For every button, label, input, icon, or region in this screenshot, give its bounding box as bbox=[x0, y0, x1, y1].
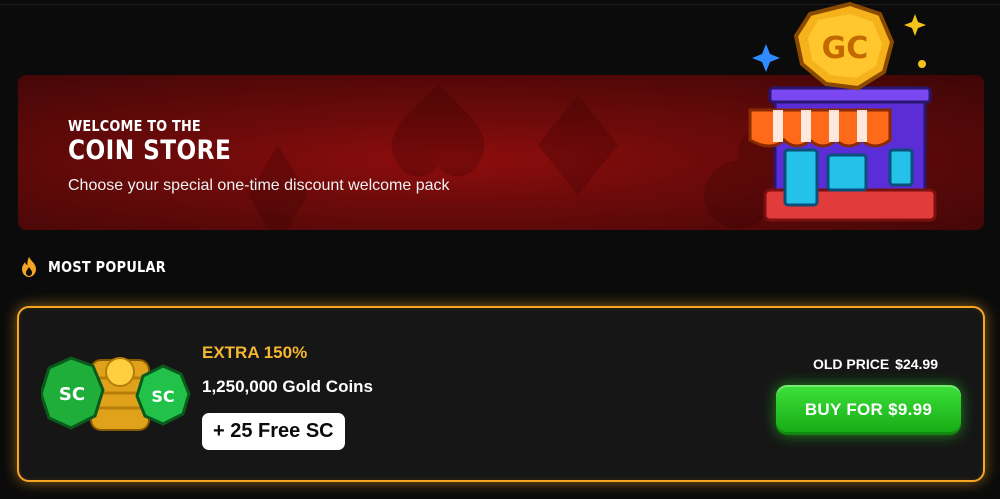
old-price-label: OLD PRICE bbox=[812, 356, 890, 372]
sc-coin-label-left: SC bbox=[59, 384, 85, 405]
coin-store-illustration: GC bbox=[748, 1, 937, 222]
extra-bonus-label: EXTRA 150% bbox=[202, 343, 308, 362]
section-label: MOST POPULAR bbox=[48, 258, 166, 276]
most-popular-header: MOST POPULAR bbox=[20, 257, 185, 277]
welcome-heading: WELCOME TO THE bbox=[68, 117, 201, 135]
coins-stack-illustration: SC SC bbox=[41, 356, 191, 431]
gold-coins-amount: 1,250,000 Gold Coins bbox=[202, 377, 374, 396]
banner-subtitle: Choose your special one-time discount we… bbox=[68, 177, 450, 194]
old-price-value: $24.99 bbox=[895, 356, 938, 372]
old-price: OLD PRICE $24.99 bbox=[813, 356, 938, 372]
fire-icon bbox=[22, 257, 36, 277]
gc-coin-label: GC bbox=[822, 31, 869, 66]
sc-coin-label-right: SC bbox=[151, 387, 174, 406]
free-sc-badge: + 25 Free SC bbox=[202, 413, 345, 450]
offer-card: SC SC EXTRA 150% 1,250,000 Gold Coins + … bbox=[17, 306, 985, 482]
store-title: COIN STORE bbox=[68, 135, 232, 166]
buy-button[interactable]: BUY FOR $9.99 bbox=[776, 385, 961, 435]
